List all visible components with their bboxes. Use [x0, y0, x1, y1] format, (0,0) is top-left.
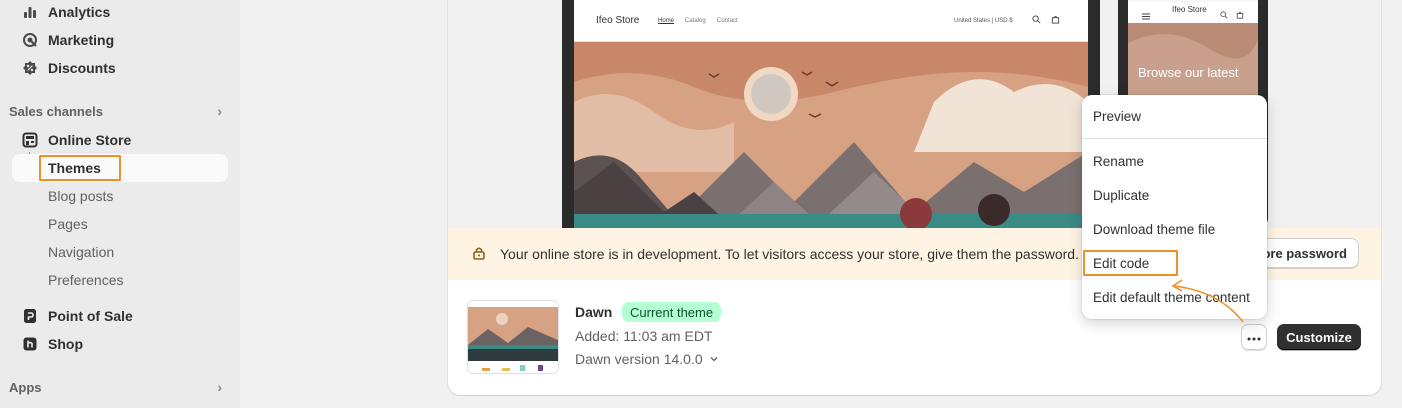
sidebar-item-label: Pages	[48, 216, 88, 232]
sales-channels-header[interactable]: Sales channels ›	[0, 97, 240, 125]
sidebar-item-label: Blog posts	[48, 188, 114, 204]
sidebar-item-label: Discounts	[48, 60, 116, 76]
store-icon	[20, 130, 40, 150]
sidebar-item-label: Online Store	[48, 132, 132, 148]
target-icon	[20, 30, 40, 50]
theme-thumbnail[interactable]	[467, 300, 559, 374]
menu-divider	[1082, 138, 1267, 139]
annotation-arrow	[1171, 279, 1244, 323]
menu-item-preview[interactable]: Preview	[1082, 101, 1267, 131]
lock-icon	[472, 246, 486, 263]
sidebar-item-label: Point of Sale	[48, 308, 133, 324]
sidebar-item-shop[interactable]: Shop	[12, 330, 228, 358]
sidebar-item-pages[interactable]: Pages	[12, 210, 228, 238]
mobile-store-name: Ifeo Store	[1172, 5, 1207, 14]
menu-item-label: Duplicate	[1093, 187, 1150, 203]
discount-icon	[20, 58, 40, 78]
chevron-right-icon: ›	[217, 103, 222, 119]
current-theme-badge: Current theme	[622, 302, 722, 322]
menu-item-label: Rename	[1093, 153, 1145, 169]
sidebar-item-point-of-sale[interactable]: Point of Sale	[12, 302, 228, 330]
customize-button[interactable]: Customize	[1277, 324, 1361, 350]
button-label: Customize	[1286, 329, 1352, 345]
apps-header[interactable]: Apps ›	[0, 373, 240, 401]
sidebar-item-preferences[interactable]: Preferences	[12, 266, 228, 294]
menu-item-label: Preview	[1093, 108, 1142, 124]
store-name: Ifeo Store	[596, 15, 640, 26]
sidebar-item-discounts[interactable]: Discounts	[12, 54, 228, 82]
store-nav-home: Home	[658, 17, 675, 24]
store-nav-catalog: Catalog	[685, 17, 706, 24]
theme-added-time: Added: 11:03 am EDT	[575, 328, 713, 344]
theme-name: Dawn	[575, 304, 613, 320]
store-search-icon	[1032, 15, 1041, 26]
menu-item-rename[interactable]: Rename	[1082, 146, 1267, 176]
desktop-preview-screen: Ifeo Store Home Catalog Contact United S…	[574, 0, 1088, 228]
sidebar-item-label: Navigation	[48, 244, 115, 260]
sidebar-item-label: Shop	[48, 336, 83, 352]
section-title: Apps	[9, 379, 42, 395]
store-header: Ifeo Store Home Catalog Contact United S…	[574, 0, 1088, 42]
chevron-right-icon: ›	[217, 379, 222, 395]
sidebar-item-marketing[interactable]: Marketing	[12, 26, 228, 54]
store-locale: United States | USD $	[954, 17, 1013, 24]
sidebar-item-blog-posts[interactable]: Blog posts	[12, 182, 228, 210]
chevron-down-icon	[709, 351, 719, 367]
sidebar-item-label: Analytics	[48, 4, 111, 20]
theme-version-label: Dawn version 14.0.0	[575, 351, 703, 367]
menu-item-download-theme-file[interactable]: Download theme file	[1082, 214, 1267, 244]
mobile-cart-icon	[1236, 6, 1244, 24]
menu-item-duplicate[interactable]: Duplicate	[1082, 180, 1267, 210]
store-cart-icon	[1051, 15, 1060, 26]
store-nav-contact: Contact	[717, 17, 738, 24]
banner-message: Your online store is in development. To …	[500, 246, 1079, 262]
theme-version-dropdown[interactable]: Dawn version 14.0.0	[575, 351, 719, 367]
sidebar: Analytics Marketing Discounts Sales chan…	[0, 0, 240, 408]
sidebar-item-label: Marketing	[48, 32, 115, 48]
shop-icon	[20, 334, 40, 354]
sidebar-item-navigation[interactable]: Navigation	[12, 238, 228, 266]
mobile-search-icon	[1220, 6, 1228, 24]
mobile-hero-text: Browse our latest	[1138, 65, 1239, 80]
sidebar-item-analytics[interactable]: Analytics	[12, 0, 228, 26]
sidebar-item-online-store[interactable]: Online Store	[12, 126, 228, 154]
desktop-preview-frame: Ifeo Store Home Catalog Contact United S…	[562, 0, 1100, 228]
highlight-box-themes	[39, 155, 121, 181]
hero-illustration	[574, 42, 1088, 228]
bar-chart-icon	[20, 2, 40, 22]
pos-icon	[20, 306, 40, 326]
sidebar-item-label: Preferences	[48, 272, 124, 288]
section-title: Sales channels	[9, 103, 103, 119]
menu-item-label: Download theme file	[1093, 221, 1216, 237]
ellipsis-icon	[1247, 328, 1261, 346]
